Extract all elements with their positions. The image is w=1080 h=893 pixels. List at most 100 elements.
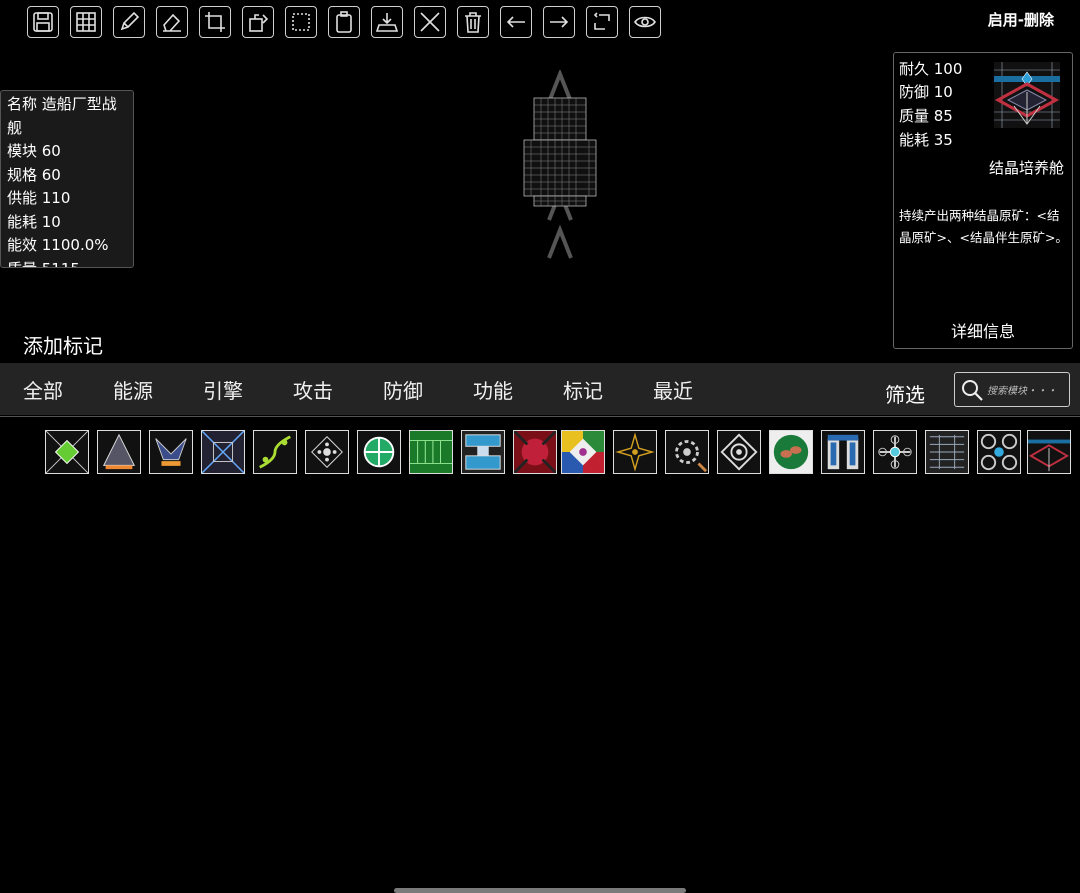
eraser-icon	[163, 13, 181, 32]
part-slot[interactable]	[97, 430, 141, 474]
tab-all[interactable]: 全部	[23, 375, 63, 404]
part-slot[interactable]	[409, 430, 453, 474]
paste-icon	[249, 14, 269, 32]
part-slot[interactable]	[305, 430, 349, 474]
tab-engine[interactable]: 引擎	[203, 375, 243, 404]
cross-node-part-icon	[874, 431, 916, 473]
gear-part-icon	[666, 431, 708, 473]
view-button[interactable]	[629, 6, 661, 38]
part-slot[interactable]	[821, 430, 865, 474]
part-slot[interactable]	[149, 430, 193, 474]
module-description: 持续产出两种结晶原矿：<结 晶原矿>、<结晶伴生原矿>。	[899, 205, 1071, 249]
clipboard-button[interactable]	[328, 6, 360, 38]
pencil-icon	[120, 11, 140, 31]
ship-info-panel: 名称 造船厂型战 舰 模块 60 规格 60 供能 110 能耗 10 能效 1…	[0, 90, 134, 268]
circuit-part-icon	[254, 431, 296, 473]
tab-defense[interactable]: 防御	[383, 375, 423, 404]
red-cannon-part-icon	[514, 431, 556, 473]
redo-button[interactable]	[543, 6, 575, 38]
detail-info-button[interactable]: 详细信息	[894, 318, 1072, 342]
paste-button[interactable]	[242, 6, 274, 38]
undo-button[interactable]	[500, 6, 532, 38]
tab-marker[interactable]: 标记	[563, 375, 603, 404]
trash-icon	[465, 12, 481, 33]
add-marker-button[interactable]: 添加标记	[23, 330, 103, 359]
part-slot[interactable]	[513, 430, 557, 474]
module-durability: 耐久 100	[899, 60, 963, 78]
ship-name-cont: 舰	[7, 118, 23, 137]
part-slot[interactable]	[201, 430, 245, 474]
color-core-part-icon	[562, 431, 604, 473]
dotted-core-part-icon	[306, 431, 348, 473]
part-slot[interactable]	[613, 430, 657, 474]
tab-energy[interactable]: 能源	[113, 375, 153, 404]
grid-icon	[76, 12, 96, 32]
clipboard-icon	[336, 11, 352, 33]
trash-button[interactable]	[457, 6, 489, 38]
undo-icon	[506, 16, 525, 28]
quad-node-part-icon	[978, 431, 1020, 473]
tab-function[interactable]: 功能	[473, 375, 513, 404]
parts-palette	[0, 416, 1080, 893]
import-button[interactable]	[371, 6, 403, 38]
part-slot[interactable]	[357, 430, 401, 474]
crystal-incubator-icon	[994, 62, 1060, 128]
redo-icon	[550, 16, 569, 28]
close-button[interactable]	[414, 6, 446, 38]
part-slot[interactable]	[253, 430, 297, 474]
part-slot[interactable]	[561, 430, 605, 474]
spike-engine-part-icon	[98, 431, 140, 473]
ship-efficiency: 能效 1100.0%	[7, 236, 109, 254]
module-mass: 质量 85	[899, 107, 953, 125]
module-energy: 能耗 35	[899, 131, 953, 149]
part-slot[interactable]	[461, 430, 505, 474]
ring-core-part-icon	[718, 431, 760, 473]
blue-turret-part-icon	[462, 431, 504, 473]
ship-modules: 模块 60	[7, 142, 61, 160]
search-icon	[962, 380, 983, 401]
blue-tank-part-icon	[822, 431, 864, 473]
enable-delete-toggle[interactable]: 启用-删除	[988, 9, 1054, 30]
crop-button[interactable]	[199, 6, 231, 38]
part-slot[interactable]	[45, 430, 89, 474]
save-icon	[33, 12, 53, 32]
ship-mass: 质量 5115	[7, 258, 133, 268]
tab-recent[interactable]: 最近	[653, 375, 693, 404]
wing-engine-part-icon	[150, 431, 192, 473]
crop-icon	[205, 12, 225, 32]
filter-button[interactable]: 筛选	[885, 379, 925, 408]
module-detail-panel: 耐久 100 防御 10 质量 85 能耗 35 结晶培养舱 持续产出两种结晶原…	[893, 52, 1073, 349]
parts-scrollbar[interactable]	[394, 888, 686, 893]
part-slot[interactable]	[769, 430, 813, 474]
toolbar	[27, 6, 661, 40]
swap-icon	[593, 12, 610, 30]
gold-star-part-icon	[614, 431, 656, 473]
module-name: 结晶培养舱	[988, 159, 1064, 177]
ship-name: 名称 造船厂型战	[7, 95, 117, 113]
part-slot[interactable]	[1027, 430, 1071, 474]
ship-canvas[interactable]	[520, 70, 600, 270]
part-slot[interactable]	[873, 430, 917, 474]
swap-button[interactable]	[586, 6, 618, 38]
save-button[interactable]	[27, 6, 59, 38]
view-icon	[634, 16, 656, 28]
part-slot[interactable]	[665, 430, 709, 474]
close-icon	[420, 12, 440, 32]
green-diamond-part-icon	[46, 431, 88, 473]
grid-button[interactable]	[70, 6, 102, 38]
part-slot[interactable]	[977, 430, 1021, 474]
module-defense: 防御 10	[899, 83, 953, 101]
eraser-button[interactable]	[156, 6, 188, 38]
select-button[interactable]	[285, 6, 317, 38]
pencil-button[interactable]	[113, 6, 145, 38]
part-slot[interactable]	[717, 430, 761, 474]
tab-attack[interactable]: 攻击	[293, 375, 333, 404]
green-panel-part-icon	[410, 431, 452, 473]
crystal-incubator-part-icon	[1028, 431, 1070, 473]
green-reactor-part-icon	[358, 431, 400, 473]
search-input[interactable]: 搜索模块・・・	[954, 372, 1070, 407]
armor-plate-part-icon	[202, 431, 244, 473]
search-placeholder: 搜索模块・・・	[987, 386, 1057, 397]
part-slot[interactable]	[925, 430, 969, 474]
category-tabbar: 全部 能源 引擎 攻击 防御 功能 标记 最近 筛选 搜索模块・・・	[0, 363, 1080, 415]
